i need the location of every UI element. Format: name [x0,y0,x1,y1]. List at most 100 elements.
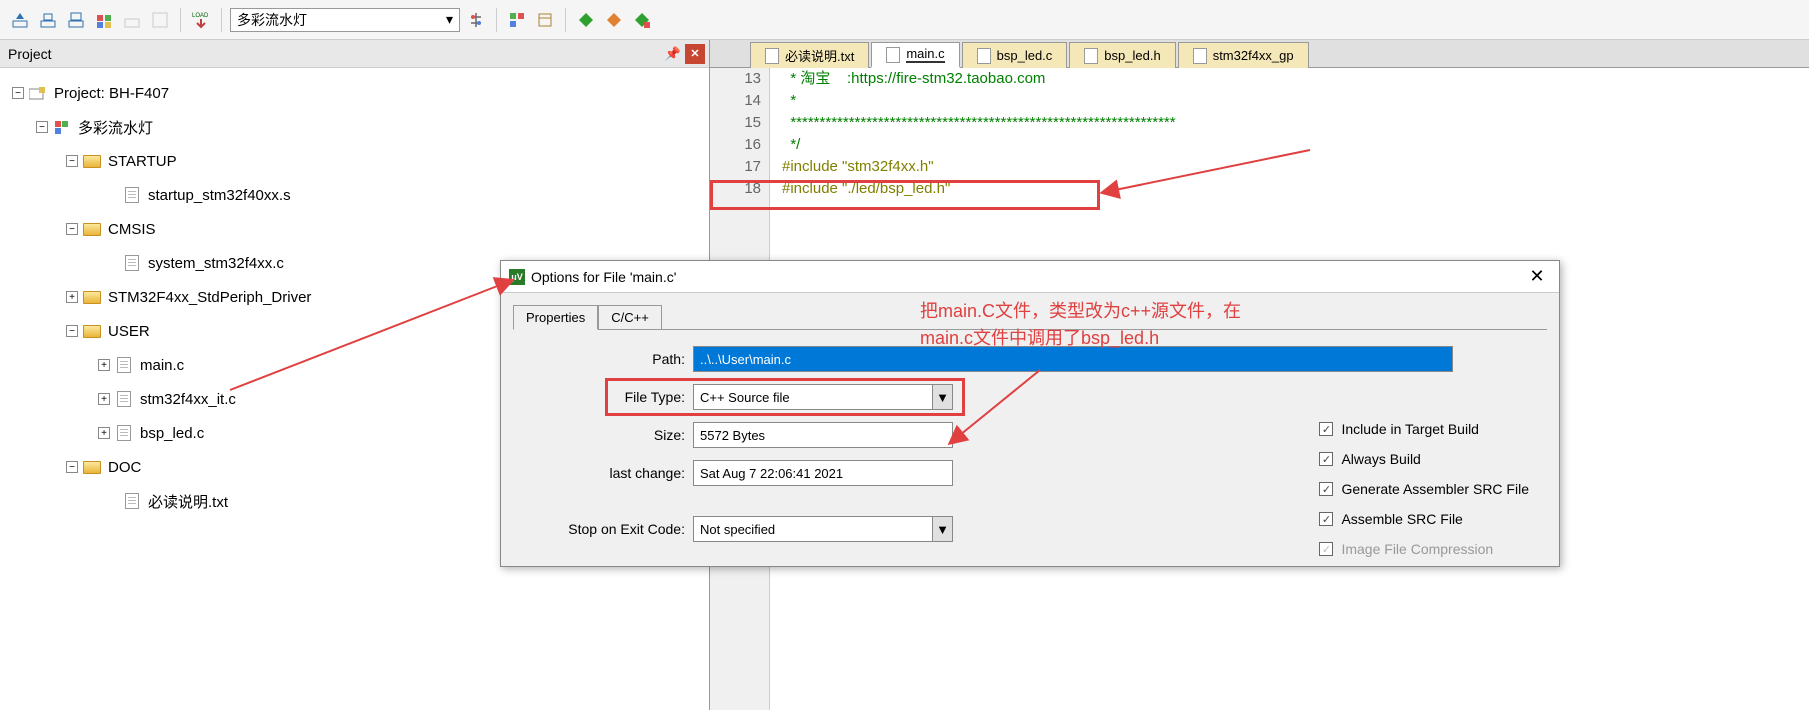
rebuild-icon[interactable] [64,8,88,32]
lastchange-label: last change: [513,465,693,481]
target-selector[interactable]: 多彩流水灯 ▾ [230,8,460,32]
stopcode-label: Stop on Exit Code: [513,521,693,537]
tree-label: startup_stm32f40xx.s [148,187,291,204]
tab-main-c[interactable]: main.c [871,42,959,68]
tree-file[interactable]: startup_stm32f40xx.s [4,178,705,212]
dialog-titlebar[interactable]: μV Options for File 'main.c' ✕ [501,261,1559,293]
collapse-icon[interactable]: − [66,223,78,235]
tree-label: 必读说明.txt [148,491,228,512]
file-icon [886,47,900,63]
folder-icon [83,461,101,474]
tree-label: bsp_led.c [140,425,204,442]
stop-build-icon[interactable] [120,8,144,32]
checkbox-icon: ✓ [1319,482,1333,496]
collapse-icon[interactable]: − [12,87,24,99]
target-name: 多彩流水灯 [237,10,307,30]
chk-always-build[interactable]: ✓Always Build [1319,451,1529,467]
chk-gen-asm[interactable]: ✓Generate Assembler SRC File [1319,481,1529,497]
file-icon [117,357,131,373]
size-field: 5572 Bytes [693,422,953,448]
folder-icon [83,223,101,236]
tree-label: STARTUP [108,153,177,170]
build-icon[interactable] [8,8,32,32]
books-icon[interactable] [533,8,557,32]
file-icon [125,255,139,271]
diamond-orange-icon[interactable] [602,8,626,32]
build-target-icon[interactable] [36,8,60,32]
path-label: Path: [513,351,693,367]
chevron-down-icon: ▾ [446,11,453,28]
chk-asm-src[interactable]: ✓Assemble SRC File [1319,511,1529,527]
collapse-icon[interactable]: − [66,325,78,337]
file-icon [1084,48,1098,64]
tree-label: 多彩流水灯 [78,117,153,138]
tree-label: system_stm32f4xx.c [148,255,284,272]
diamond-green-icon[interactable] [574,8,598,32]
expand-icon[interactable]: + [98,393,110,405]
expand-icon[interactable]: + [66,291,78,303]
dialog-title: Options for File 'main.c' [531,269,676,285]
file-icon [1193,48,1207,64]
translate-icon[interactable] [148,8,172,32]
file-icon [125,493,139,509]
tab-stm32-gpio[interactable]: stm32f4xx_gp [1178,42,1309,68]
file-icon [117,391,131,407]
svg-text:LOAD: LOAD [192,13,209,19]
tree-label: stm32f4xx_it.c [140,391,236,408]
tree-group[interactable]: − CMSIS [4,212,705,246]
collapse-icon[interactable]: − [66,155,78,167]
collapse-icon[interactable]: − [36,121,48,133]
diamond-multi-icon[interactable] [630,8,654,32]
tab-cpp[interactable]: C/C++ [598,305,662,330]
size-label: Size: [513,427,693,443]
target-icon [52,119,72,135]
checkbox-icon: ✓ [1319,512,1333,526]
stopcode-combo[interactable]: Not specified ▼ [693,516,953,542]
batch-build-icon[interactable] [92,8,116,32]
pin-icon[interactable]: 📌 [663,44,683,64]
workspace-icon [28,85,48,101]
checkbox-group: ✓Include in Target Build ✓Always Build ✓… [1319,421,1529,571]
file-icon [117,425,131,441]
collapse-icon[interactable]: − [66,461,78,473]
tab-bsp-led-c[interactable]: bsp_led.c [962,42,1068,68]
folder-icon [83,155,101,168]
expand-icon[interactable]: + [98,427,110,439]
options-icon[interactable] [464,8,488,32]
manage-icon[interactable] [505,8,529,32]
tree-root[interactable]: − Project: BH-F407 [4,76,705,110]
expand-icon[interactable]: + [98,359,110,371]
filetype-highlight [605,378,965,416]
tree-target[interactable]: − 多彩流水灯 [4,110,705,144]
folder-icon [83,291,101,304]
tab-readme[interactable]: 必读说明.txt [750,42,869,68]
tab-bsp-led-h[interactable]: bsp_led.h [1069,42,1175,68]
main-toolbar: LOAD 多彩流水灯 ▾ [0,0,1809,40]
close-panel-button[interactable]: ✕ [685,44,705,64]
chk-img-compress: ✓Image File Compression [1319,541,1529,557]
project-panel-header: Project 📌 ✕ [0,40,709,68]
file-tabs: 必读说明.txt main.c bsp_led.c bsp_led.h stm3… [710,40,1809,68]
tree-label: Project: BH-F407 [54,85,169,102]
annotation-text: 把main.C文件，类型改为c++源文件，在 main.c文件中调用了bsp_l… [920,298,1241,352]
file-icon [977,48,991,64]
code-highlight [710,180,1100,210]
tree-label: main.c [140,357,184,374]
checkbox-icon: ✓ [1319,542,1333,556]
file-icon [125,187,139,203]
keil-icon: μV [509,269,525,285]
checkbox-icon: ✓ [1319,452,1333,466]
checkbox-icon: ✓ [1319,422,1333,436]
tree-label: CMSIS [108,221,156,238]
lastchange-field: Sat Aug 7 22:06:41 2021 [693,460,953,486]
tab-properties[interactable]: Properties [513,305,598,330]
dialog-close-button[interactable]: ✕ [1523,263,1551,291]
tree-group[interactable]: − STARTUP [4,144,705,178]
panel-title: Project [4,46,52,62]
chk-include-target[interactable]: ✓Include in Target Build [1319,421,1529,437]
folder-icon [83,325,101,338]
tree-label: USER [108,323,150,340]
tree-label: STM32F4xx_StdPeriph_Driver [108,289,311,306]
download-icon[interactable]: LOAD [189,8,213,32]
file-icon [765,48,779,64]
